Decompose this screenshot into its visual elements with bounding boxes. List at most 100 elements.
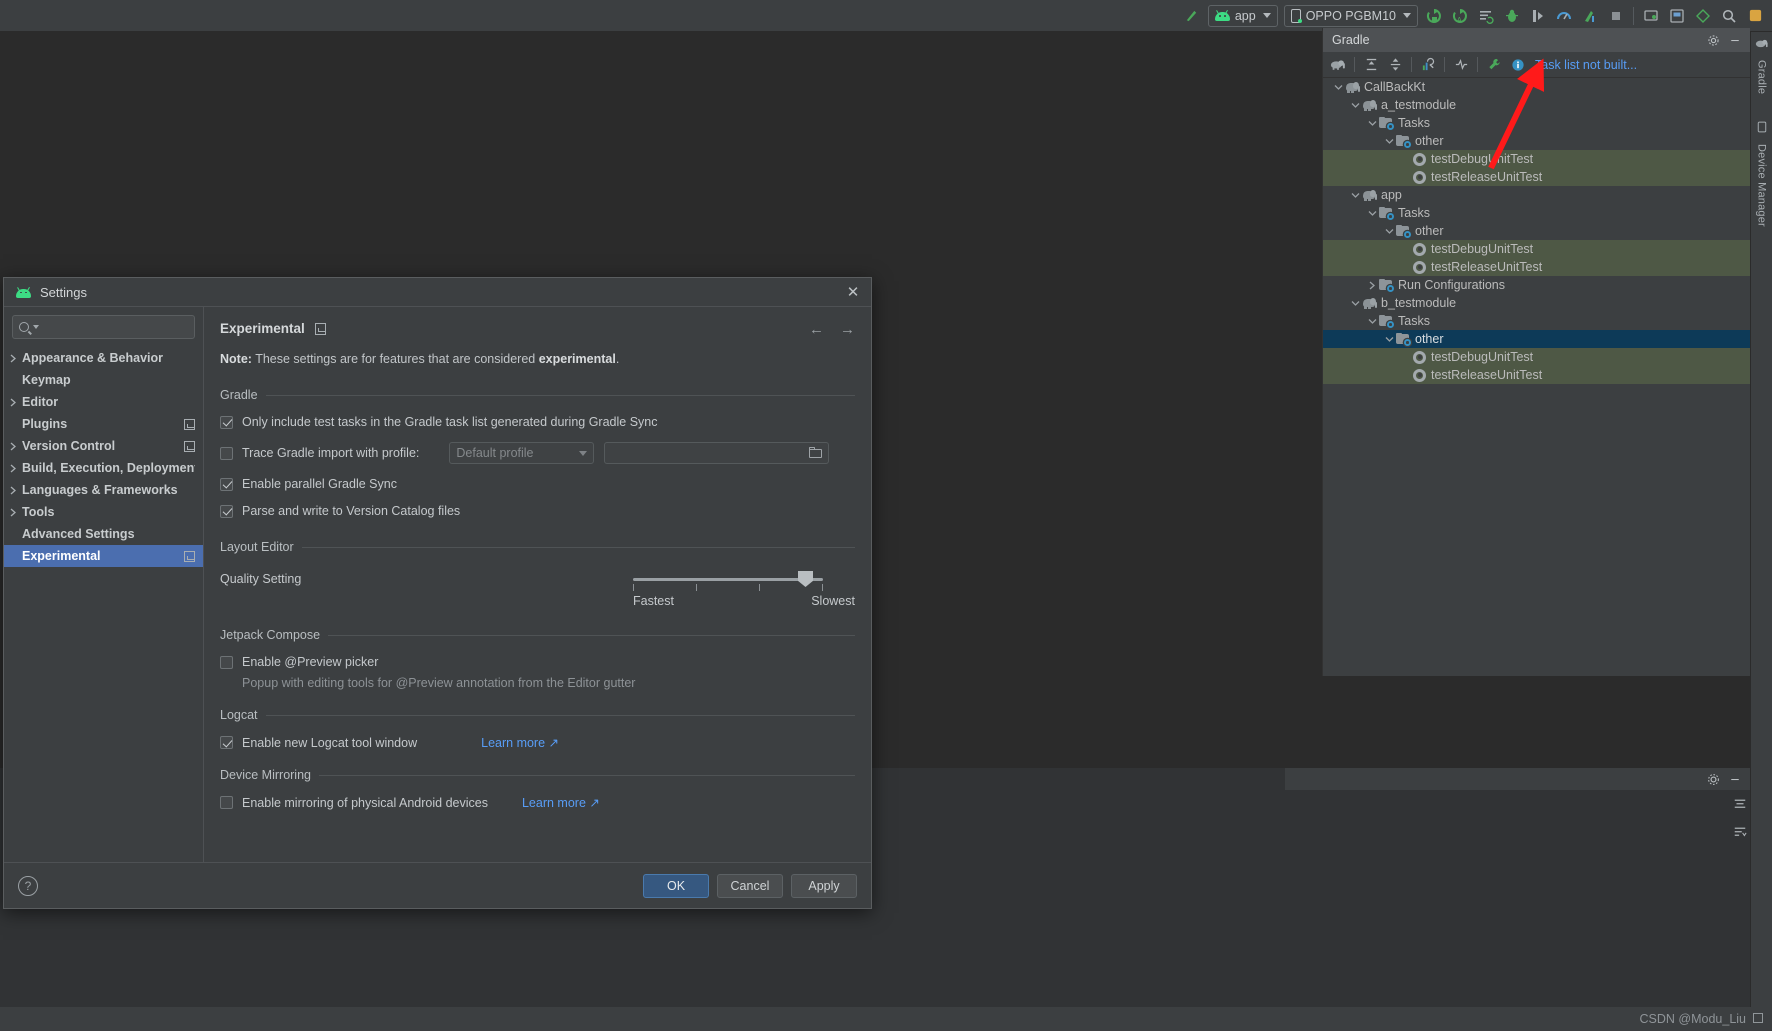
sidebar-item-version-control[interactable]: Version Control <box>4 435 203 457</box>
minimize-icon[interactable] <box>1726 770 1744 788</box>
option-enable-device-mirroring[interactable]: Enable mirroring of physical Android dev… <box>220 795 855 810</box>
gradle-tree-row[interactable]: testReleaseUnitTest <box>1323 258 1750 276</box>
help-button[interactable]: ? <box>18 875 38 896</box>
checkbox-only-include-test-tasks[interactable] <box>220 415 233 429</box>
device-manager-icon[interactable] <box>1638 3 1664 29</box>
gear-icon[interactable] <box>1704 31 1722 49</box>
sidebar-item-experimental[interactable]: Experimental <box>4 545 203 567</box>
checkbox-enable-preview-picker[interactable] <box>220 655 233 669</box>
chevron-down-icon[interactable] <box>1365 317 1379 325</box>
chevron-down-icon[interactable] <box>1365 209 1379 217</box>
sidebar-item-editor[interactable]: Editor <box>4 391 203 413</box>
gradle-tree-row[interactable]: Tasks <box>1323 204 1750 222</box>
logcat-lines-icon[interactable] <box>1473 3 1499 29</box>
gradle-tree-row[interactable]: app <box>1323 186 1750 204</box>
profiler-icon[interactable] <box>1551 3 1577 29</box>
chevron-down-icon[interactable] <box>1348 299 1362 307</box>
minimize-icon[interactable] <box>1726 31 1744 49</box>
gradle-tree-row[interactable]: testDebugUnitTest <box>1323 240 1750 258</box>
device-manager-strip-icon[interactable] <box>1752 116 1772 138</box>
option-enable-parallel-sync[interactable]: Enable parallel Gradle Sync <box>220 477 855 491</box>
gradle-tree-row[interactable]: other <box>1323 222 1750 240</box>
option-only-include-test-tasks[interactable]: Only include test tasks in the Gradle ta… <box>220 415 855 429</box>
checkbox-enable-device-mirroring[interactable] <box>220 796 233 809</box>
search-icon[interactable] <box>1716 3 1742 29</box>
gradle-tree-row[interactable]: testReleaseUnitTest <box>1323 168 1750 186</box>
checkbox-enable-parallel-sync[interactable] <box>220 477 233 491</box>
gear-icon[interactable] <box>1704 770 1722 788</box>
gradle-strip-label[interactable]: Gradle <box>1756 54 1768 100</box>
trace-profile-dropdown[interactable]: Default profile <box>449 442 595 464</box>
gradle-tree-row[interactable]: other <box>1323 132 1750 150</box>
option-enable-new-logcat[interactable]: Enable new Logcat tool window Learn more… <box>220 735 855 750</box>
apply-button[interactable]: Apply <box>791 873 857 898</box>
trace-path-field[interactable] <box>604 442 830 464</box>
chevron-down-icon[interactable] <box>1382 137 1396 145</box>
gradle-tree-row[interactable]: testDebugUnitTest <box>1323 348 1750 366</box>
ok-button[interactable]: OK <box>643 873 709 898</box>
gradle-tree-row[interactable]: Run Configurations <box>1323 276 1750 294</box>
chevron-right-icon[interactable] <box>4 398 22 407</box>
chevron-right-icon[interactable] <box>4 508 22 517</box>
gradle-elephant-icon[interactable] <box>1752 32 1772 54</box>
build-tools-wrench-icon[interactable] <box>1483 54 1505 76</box>
sidebar-item-advanced-settings[interactable]: Advanced Settings <box>4 523 203 545</box>
gradle-tree-row[interactable]: CallBackKt <box>1323 78 1750 96</box>
chevron-down-icon[interactable] <box>1348 191 1362 199</box>
gradle-tree-row[interactable]: testDebugUnitTest <box>1323 150 1750 168</box>
chevron-down-icon[interactable] <box>1382 335 1396 343</box>
checkbox-enable-new-logcat[interactable] <box>220 736 233 749</box>
sidebar-item-build-execution-deployment[interactable]: Build, Execution, Deployment <box>4 457 203 479</box>
option-parse-version-catalog[interactable]: Parse and write to Version Catalog files <box>220 504 855 518</box>
sync-gradle-icon[interactable] <box>1327 54 1349 76</box>
slider-track[interactable] <box>633 578 823 581</box>
chevron-down-icon[interactable] <box>1331 83 1345 91</box>
task-list-warning-link[interactable]: Task list not built... <box>1535 58 1637 72</box>
memory-indicator-icon[interactable] <box>1752 1012 1764 1027</box>
chevron-down-icon[interactable] <box>1348 101 1362 109</box>
gradle-tree-row[interactable]: b_testmodule <box>1323 294 1750 312</box>
chevron-right-icon[interactable] <box>4 464 22 473</box>
profile-app-icon[interactable] <box>1577 3 1603 29</box>
stop-icon[interactable] <box>1603 3 1629 29</box>
rerun-tests-icon[interactable]: A <box>1447 3 1473 29</box>
option-trace-gradle-import[interactable]: Trace Gradle import with profile: Defaul… <box>220 442 855 464</box>
toggle-offline-icon[interactable] <box>1450 54 1472 76</box>
logcat-learn-more-link[interactable]: Learn more ↗ <box>481 735 559 750</box>
attach-debugger-icon[interactable] <box>1525 3 1551 29</box>
chevron-down-icon[interactable] <box>1382 227 1396 235</box>
gradle-tree-row[interactable]: Tasks <box>1323 114 1750 132</box>
sort-descending-icon[interactable] <box>1731 823 1749 841</box>
search-input[interactable] <box>43 320 198 334</box>
chevron-right-icon[interactable] <box>1365 281 1379 290</box>
search-box[interactable] <box>12 315 198 339</box>
expand-all-icon[interactable] <box>1360 54 1382 76</box>
gradle-task-tree[interactable]: CallBackKt a_testmodule Tasks other testDebu… <box>1323 78 1750 384</box>
build-variant-selector[interactable]: app <box>1207 4 1278 27</box>
gradle-tree-row[interactable]: a_testmodule <box>1323 96 1750 114</box>
sidebar-item-appearance-behavior[interactable]: Appearance & Behavior <box>4 347 203 369</box>
collapse-lines-icon[interactable] <box>1731 795 1749 813</box>
sidebar-item-languages-frameworks[interactable]: Languages & Frameworks <box>4 479 203 501</box>
hammer-build-icon[interactable] <box>1179 3 1205 29</box>
checkbox-parse-version-catalog[interactable] <box>220 504 233 518</box>
sdk-manager-icon[interactable] <box>1690 3 1716 29</box>
chevron-right-icon[interactable] <box>4 486 22 495</box>
sidebar-item-keymap[interactable]: Keymap <box>4 369 203 391</box>
checkbox-trace-gradle-import[interactable] <box>220 446 233 460</box>
mirroring-learn-more-link[interactable]: Learn more ↗ <box>522 795 600 810</box>
close-icon[interactable]: ✕ <box>843 282 863 302</box>
sidebar-item-plugins[interactable]: Plugins <box>4 413 203 435</box>
layout-inspector-icon[interactable] <box>1664 3 1690 29</box>
debug-bug-icon[interactable] <box>1499 3 1525 29</box>
folder-browse-icon[interactable] <box>809 446 823 459</box>
back-arrow-icon[interactable]: ← <box>809 321 824 338</box>
device-selector[interactable]: OPPO PGBM10 <box>1283 4 1418 27</box>
gradle-tree-row[interactable]: other <box>1323 330 1750 348</box>
chevron-right-icon[interactable] <box>4 354 22 363</box>
chevron-right-icon[interactable] <box>4 442 22 451</box>
slider-thumb[interactable] <box>798 571 813 587</box>
sidebar-item-tools[interactable]: Tools <box>4 501 203 523</box>
option-enable-preview-picker[interactable]: Enable @Preview picker <box>220 655 855 669</box>
forward-arrow-icon[interactable]: → <box>840 321 855 338</box>
